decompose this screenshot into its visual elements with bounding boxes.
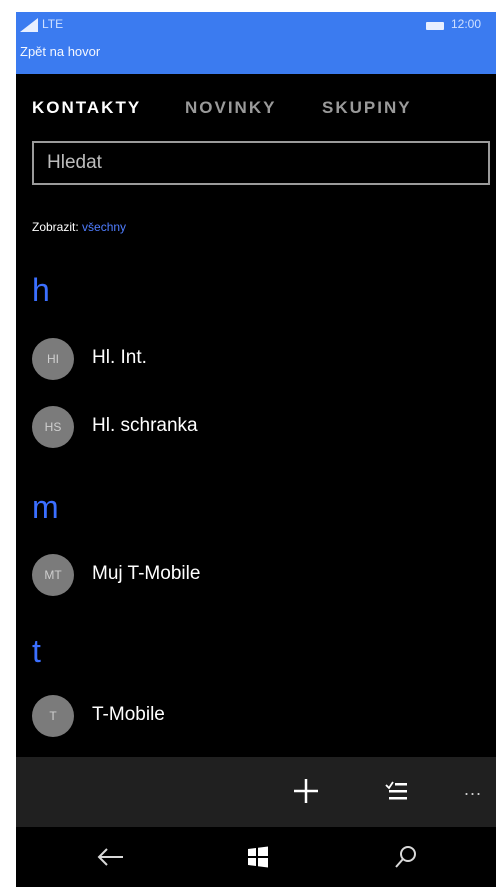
- signal-icon: [20, 18, 38, 32]
- start-button[interactable]: [238, 839, 278, 875]
- group-header-m[interactable]: m: [32, 487, 59, 527]
- back-arrow-icon: [97, 848, 123, 866]
- contact-name: T-Mobile: [92, 704, 165, 725]
- filter-row: Zobrazit: všechny: [32, 220, 126, 234]
- app-bar: ...: [16, 757, 496, 827]
- navigation-bar: [16, 827, 496, 887]
- battery-icon: [426, 22, 444, 30]
- add-icon: [294, 779, 318, 803]
- search-button[interactable]: [386, 839, 426, 875]
- contact-name: Muj T-Mobile: [92, 563, 201, 584]
- group-header-h[interactable]: h: [32, 270, 50, 310]
- avatar: MT: [32, 554, 74, 596]
- filter-label: Zobrazit:: [32, 220, 79, 234]
- search-icon: [395, 846, 416, 868]
- more-icon: ...: [464, 779, 483, 799]
- windows-start-icon: [248, 846, 268, 868]
- tab-news[interactable]: NOVINKY: [185, 98, 276, 118]
- tab-contacts[interactable]: KONTAKTY: [32, 98, 141, 118]
- filter-value-link[interactable]: všechny: [82, 220, 126, 234]
- phone-screen: LTE 12:00 Zpět na hovor KONTAKTY NOVINKY…: [16, 12, 496, 887]
- tab-groups[interactable]: SKUPINY: [322, 98, 412, 118]
- contact-item[interactable]: MT Muj T-Mobile: [32, 551, 472, 597]
- back-button[interactable]: [91, 839, 131, 875]
- more-button[interactable]: ...: [456, 773, 496, 809]
- select-button[interactable]: [376, 773, 416, 809]
- avatar: T: [32, 695, 74, 737]
- avatar: HS: [32, 406, 74, 448]
- network-type: LTE: [42, 17, 64, 31]
- contact-item[interactable]: HS Hl. schranka: [32, 403, 472, 449]
- avatar: HI: [32, 338, 74, 380]
- status-bar[interactable]: LTE 12:00 Zpět na hovor: [16, 12, 496, 74]
- search-input[interactable]: [32, 141, 490, 185]
- contact-name: Hl. schranka: [92, 415, 198, 436]
- contact-name: Hl. Int.: [92, 347, 147, 368]
- contact-item[interactable]: HI Hl. Int.: [32, 335, 472, 381]
- back-to-call-link[interactable]: Zpět na hovor: [20, 44, 100, 59]
- group-header-t[interactable]: t: [32, 631, 41, 671]
- contact-item[interactable]: T T-Mobile: [32, 692, 472, 738]
- clock: 12:00: [451, 17, 482, 31]
- add-contact-button[interactable]: [286, 773, 326, 809]
- select-list-icon: [385, 781, 407, 800]
